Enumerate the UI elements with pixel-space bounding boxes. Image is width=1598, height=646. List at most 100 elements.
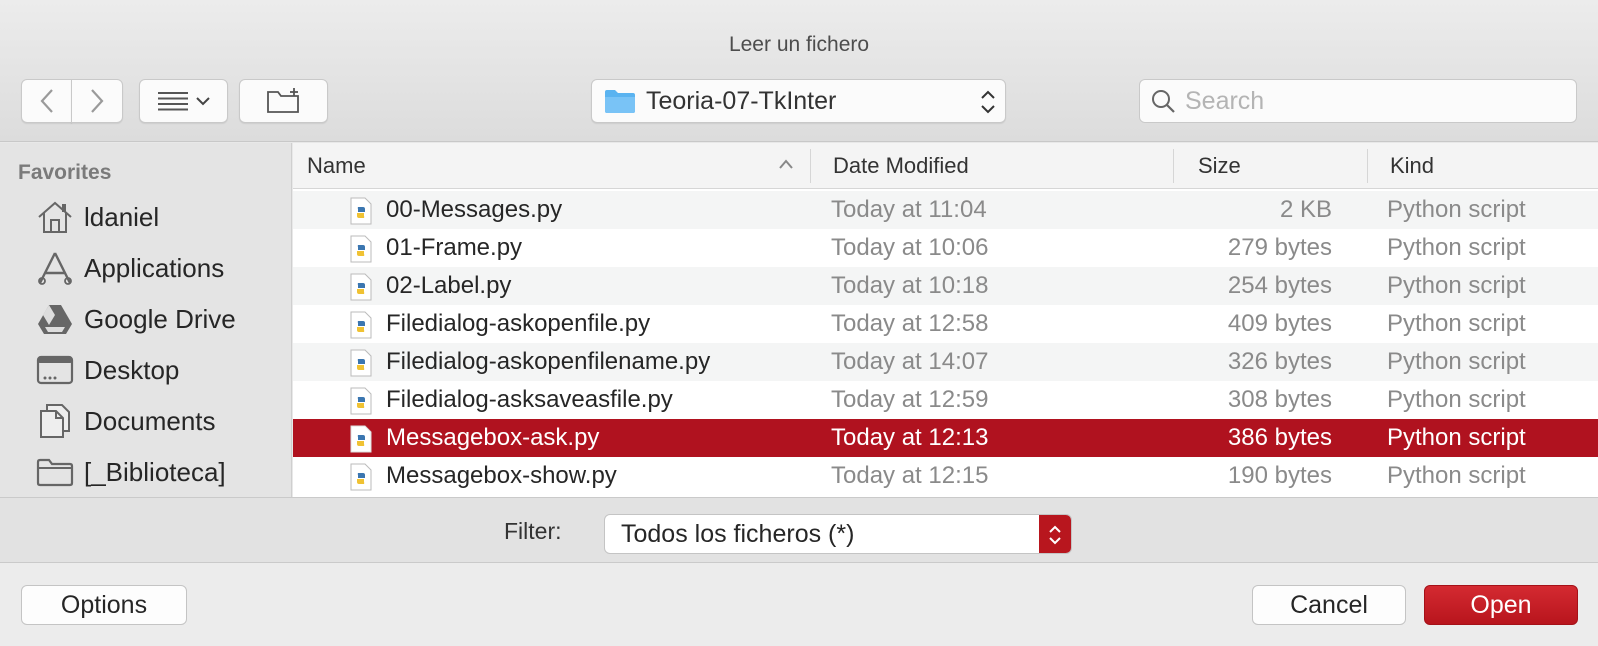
back-button[interactable] xyxy=(21,79,72,123)
file-kind: Python script xyxy=(1387,234,1526,261)
column-separator[interactable] xyxy=(1367,149,1368,183)
python-file-icon xyxy=(350,311,372,339)
file-date: Today at 12:13 xyxy=(831,424,989,451)
popup-arrows-icon xyxy=(1039,515,1071,553)
file-date: Today at 14:07 xyxy=(831,348,989,375)
chevron-down-icon xyxy=(195,97,210,106)
python-file-icon xyxy=(350,235,372,263)
folder-icon xyxy=(605,90,635,113)
file-kind: Python script xyxy=(1387,348,1526,375)
file-kind: Python script xyxy=(1387,272,1526,299)
file-name: 02-Label.py xyxy=(386,272,512,299)
file-kind: Python script xyxy=(1387,424,1526,451)
button-bar: Options Cancel Open xyxy=(0,563,1598,646)
file-row[interactable]: 00-Messages.py Today at 11:04 2 KB Pytho… xyxy=(293,191,1598,229)
new-folder-button[interactable] xyxy=(239,79,328,123)
column-date-modified[interactable]: Date Modified xyxy=(833,143,969,189)
updown-arrows-icon xyxy=(981,90,995,114)
cancel-button[interactable]: Cancel xyxy=(1252,585,1406,625)
view-mode-button[interactable] xyxy=(139,79,228,123)
search-input[interactable] xyxy=(1185,86,1565,116)
sidebar-item-label: ldaniel xyxy=(84,201,160,232)
forward-button[interactable] xyxy=(71,79,123,123)
column-size[interactable]: Size xyxy=(1198,143,1241,189)
sidebar-item-label: [_Biblioteca] xyxy=(84,456,226,487)
search-icon xyxy=(1152,90,1175,113)
file-kind: Python script xyxy=(1387,462,1526,489)
sidebar-item-label: Google Drive xyxy=(84,303,236,334)
file-size: 279 bytes xyxy=(1227,234,1332,261)
sidebar-item-applications[interactable]: Applications xyxy=(0,244,290,292)
sidebar-heading: Favorites xyxy=(18,161,112,184)
file-size: 308 bytes xyxy=(1227,386,1332,413)
column-name[interactable]: Name xyxy=(307,143,366,189)
filter-value: Todos los ficheros (*) xyxy=(621,519,855,548)
sidebar-item-google-drive[interactable]: Google Drive xyxy=(0,295,290,343)
file-size: 326 bytes xyxy=(1227,348,1332,375)
file-size: 409 bytes xyxy=(1227,310,1332,337)
file-row[interactable]: Filedialog-askopenfile.py Today at 12:58… xyxy=(293,305,1598,343)
sidebar-item-biblioteca[interactable]: [_Biblioteca] xyxy=(0,448,290,496)
column-kind[interactable]: Kind xyxy=(1390,143,1434,189)
file-row[interactable]: Filedialog-asksaveasfile.py Today at 12:… xyxy=(293,381,1598,419)
python-file-icon xyxy=(350,425,372,453)
file-kind: Python script xyxy=(1387,310,1526,337)
search-field[interactable] xyxy=(1139,79,1577,123)
home-icon xyxy=(34,197,76,237)
toolbar: Leer un fichero Teoria-07-TkInter xyxy=(0,0,1598,142)
sidebar-item-label: Desktop xyxy=(84,354,180,385)
list-view-icon xyxy=(157,92,188,111)
python-file-icon xyxy=(350,273,372,301)
applications-icon xyxy=(34,248,76,288)
sort-ascending-icon xyxy=(779,159,793,169)
file-date: Today at 12:15 xyxy=(831,462,989,489)
file-row[interactable]: 01-Frame.py Today at 10:06 279 bytes Pyt… xyxy=(293,229,1598,267)
file-date: Today at 11:04 xyxy=(831,196,987,223)
file-size: 2 KB xyxy=(1279,196,1332,223)
file-kind: Python script xyxy=(1387,386,1526,413)
file-row[interactable]: Filedialog-askopenfilename.py Today at 1… xyxy=(293,343,1598,381)
sidebar-item-label: Documents xyxy=(84,405,216,436)
python-file-icon xyxy=(350,463,372,491)
filter-bar: Filter: Todos los ficheros (*) xyxy=(0,497,1598,563)
chevron-left-icon xyxy=(40,89,53,113)
filter-label: Filter: xyxy=(504,518,562,544)
file-name: Messagebox-show.py xyxy=(386,462,617,489)
sidebar-item-documents[interactable]: Documents xyxy=(0,397,290,445)
window-title: Leer un fichero xyxy=(728,33,870,56)
documents-icon xyxy=(34,401,76,441)
sidebar-item-home[interactable]: ldaniel xyxy=(0,193,290,241)
file-name: Filedialog-askopenfile.py xyxy=(386,310,651,337)
file-row[interactable]: 02-Label.py Today at 10:18 254 bytes Pyt… xyxy=(293,267,1598,305)
python-file-icon xyxy=(350,387,372,415)
new-folder-icon xyxy=(266,88,299,113)
file-row-selected[interactable]: Messagebox-ask.py Today at 12:13 386 byt… xyxy=(293,419,1598,457)
column-separator[interactable] xyxy=(1173,149,1174,183)
file-name: Messagebox-ask.py xyxy=(386,424,600,451)
file-name: Filedialog-askopenfilename.py xyxy=(386,348,711,375)
file-name: 01-Frame.py xyxy=(386,234,523,261)
file-kind: Python script xyxy=(1387,196,1526,223)
google-drive-icon xyxy=(34,299,76,339)
file-date: Today at 10:18 xyxy=(831,272,989,299)
file-date: Today at 12:59 xyxy=(831,386,989,413)
open-button[interactable]: Open xyxy=(1424,585,1578,625)
python-file-icon xyxy=(350,349,372,377)
file-size: 254 bytes xyxy=(1227,272,1332,299)
file-size: 190 bytes xyxy=(1227,462,1332,489)
column-separator[interactable] xyxy=(810,149,811,183)
file-row[interactable]: Messagebox-show.py Today at 12:15 190 by… xyxy=(293,457,1598,495)
path-popup-label: Teoria-07-TkInter xyxy=(646,86,837,115)
file-list: Name Date Modified Size Kind 00-Messages… xyxy=(293,143,1598,497)
python-file-icon xyxy=(350,197,372,225)
options-button[interactable]: Options xyxy=(21,585,187,625)
file-date: Today at 12:58 xyxy=(831,310,989,337)
file-name: 00-Messages.py xyxy=(386,196,563,223)
file-size: 386 bytes xyxy=(1227,424,1332,451)
sidebar-item-desktop[interactable]: Desktop xyxy=(0,346,290,394)
file-name: Filedialog-asksaveasfile.py xyxy=(386,386,673,413)
sidebar: Favorites ldaniel Applications Google Dr… xyxy=(0,143,292,497)
path-popup[interactable]: Teoria-07-TkInter xyxy=(591,79,1006,123)
sidebar-item-label: Applications xyxy=(84,252,225,283)
filter-popup[interactable]: Todos los ficheros (*) xyxy=(604,514,1072,554)
